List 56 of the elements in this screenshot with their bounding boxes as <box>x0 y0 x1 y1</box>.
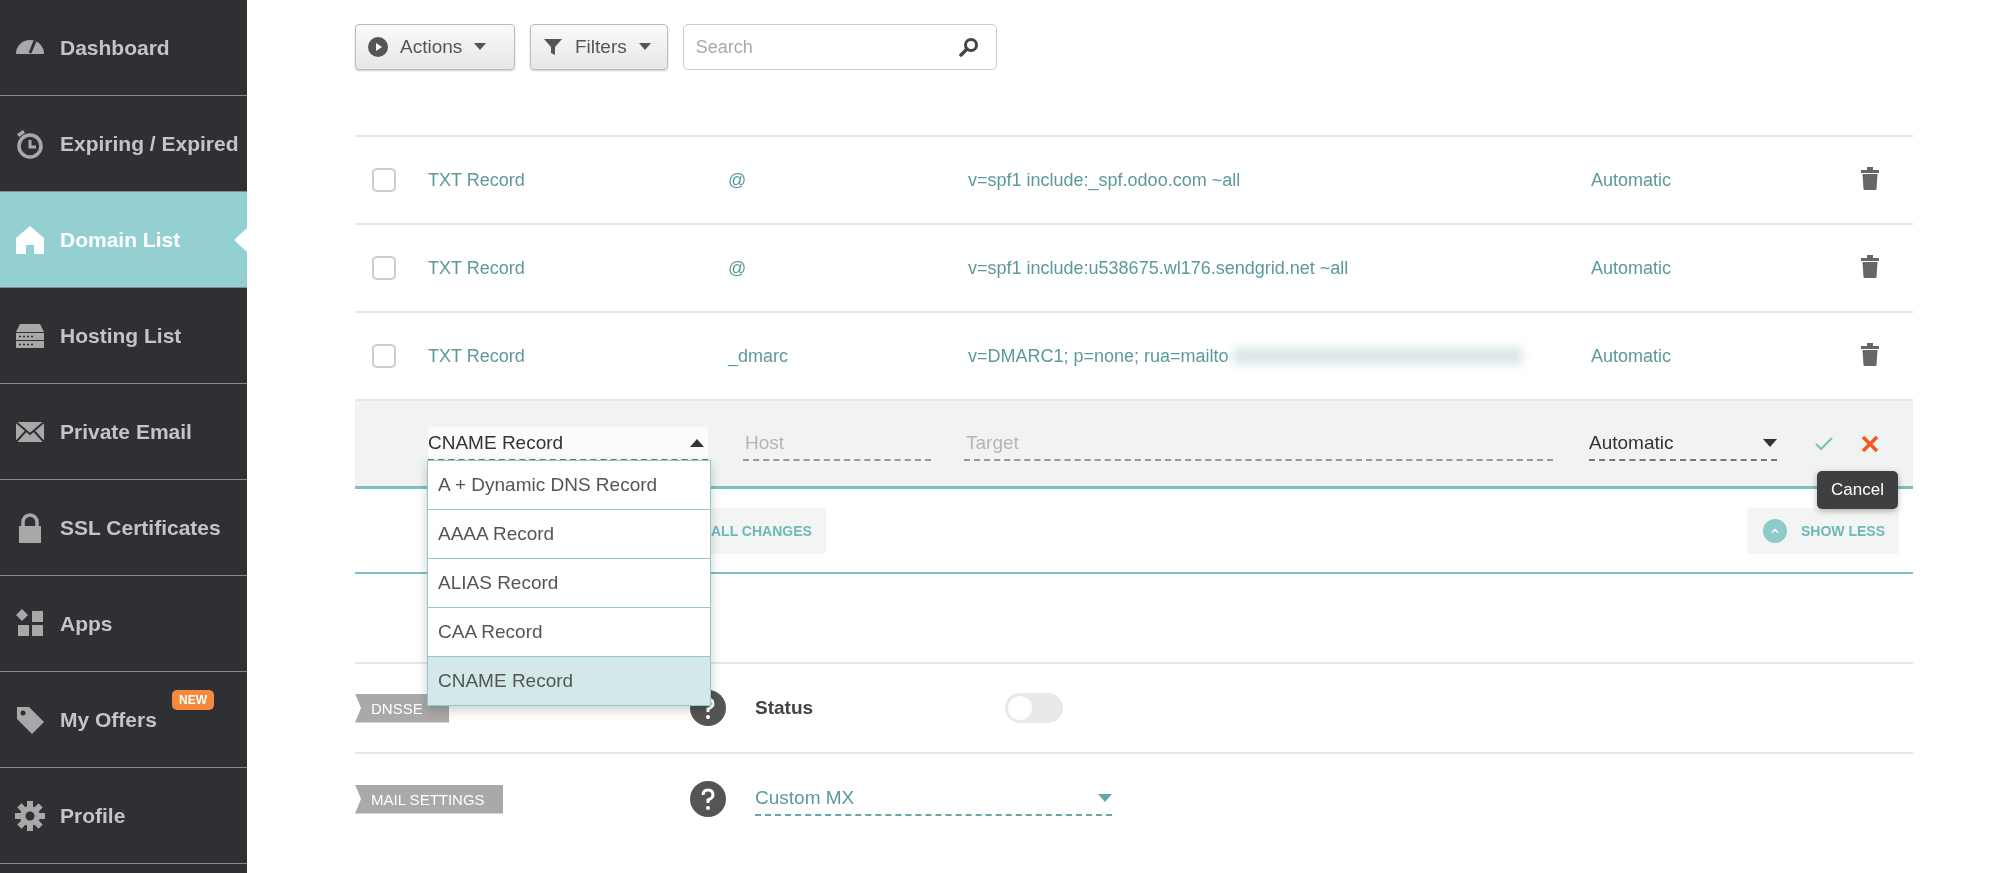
record-type: TXT Record <box>428 169 526 191</box>
sidebar-item[interactable]: Hosting List <box>0 288 247 384</box>
row-checkbox[interactable] <box>372 168 396 192</box>
record-host: @ <box>728 257 748 279</box>
status-label: Status <box>755 697 815 719</box>
row-checkbox[interactable] <box>372 256 396 280</box>
caret-down-icon <box>1098 794 1112 802</box>
search-field[interactable]: Search <box>682 24 997 70</box>
caret-icon <box>638 43 651 51</box>
search-icon <box>958 37 979 57</box>
funnel-icon <box>543 37 563 57</box>
trash-icon[interactable] <box>1859 252 1881 279</box>
record-type: TXT Record <box>428 257 526 279</box>
play-icon <box>368 37 388 57</box>
section-tag: MAIL SETTINGS <box>355 784 503 814</box>
sidebar-item[interactable]: Private Email <box>0 384 247 480</box>
menu-item[interactable]: A + Dynamic DNS Record <box>428 461 710 510</box>
record-ttl: Automatic <box>1591 345 1673 367</box>
selection-pointer <box>234 228 247 252</box>
type-select[interactable]: CNAME Record <box>428 426 708 461</box>
record-host: @ <box>728 169 748 191</box>
ttl-select[interactable]: Automatic <box>1589 426 1777 461</box>
chevron-up-icon <box>1763 518 1787 543</box>
new-badge: NEW <box>172 690 214 710</box>
trash-icon[interactable] <box>1859 164 1881 191</box>
trash-icon[interactable] <box>1859 340 1881 367</box>
menu-item[interactable]: ALIAS Record <box>428 559 710 608</box>
menu-item[interactable]: AAAA Record <box>428 510 710 559</box>
record-value: v=spf1 include:u538675.wl176.sendgrid.net ~all <box>968 257 1349 279</box>
help-icon <box>690 781 726 817</box>
target-field[interactable]: Target <box>964 426 1553 461</box>
record-host: _dmarc <box>728 345 790 367</box>
row-checkbox[interactable] <box>372 344 396 368</box>
sidebar-item[interactable]: My Offers NEW <box>0 672 247 768</box>
actions-button[interactable]: Actions <box>355 24 515 70</box>
sidebar-item[interactable]: SSL Certificates <box>0 480 247 576</box>
sidebar-item[interactable]: Dashboard <box>0 0 247 96</box>
checkmark-icon[interactable] <box>1815 436 1833 451</box>
menu-item[interactable]: CNAME Record <box>428 657 710 705</box>
house-icon <box>14 223 46 256</box>
record-type: TXT Record <box>428 345 526 367</box>
sidebar-item[interactable]: Profile <box>0 768 247 864</box>
sidebar-item[interactable]: Apps <box>0 576 247 672</box>
filters-button[interactable]: Filters <box>530 24 668 70</box>
record-ttl: Automatic <box>1591 169 1673 191</box>
caret-up-icon <box>690 438 704 447</box>
record-value: v=spf1 include:_spf.odoo.com ~all <box>968 169 1241 191</box>
close-icon[interactable] <box>1861 434 1879 453</box>
record-value: v=DMARC1; p=none; rua=mailto <box>968 345 1229 367</box>
host-field[interactable]: Host <box>743 426 931 461</box>
caret-down-icon <box>1763 438 1777 447</box>
record-ttl: Automatic <box>1591 257 1673 279</box>
tooltip: Cancel <box>1817 470 1898 509</box>
gear-icon <box>14 799 46 832</box>
caret-icon <box>474 43 487 51</box>
stopwatch-icon <box>14 127 46 160</box>
